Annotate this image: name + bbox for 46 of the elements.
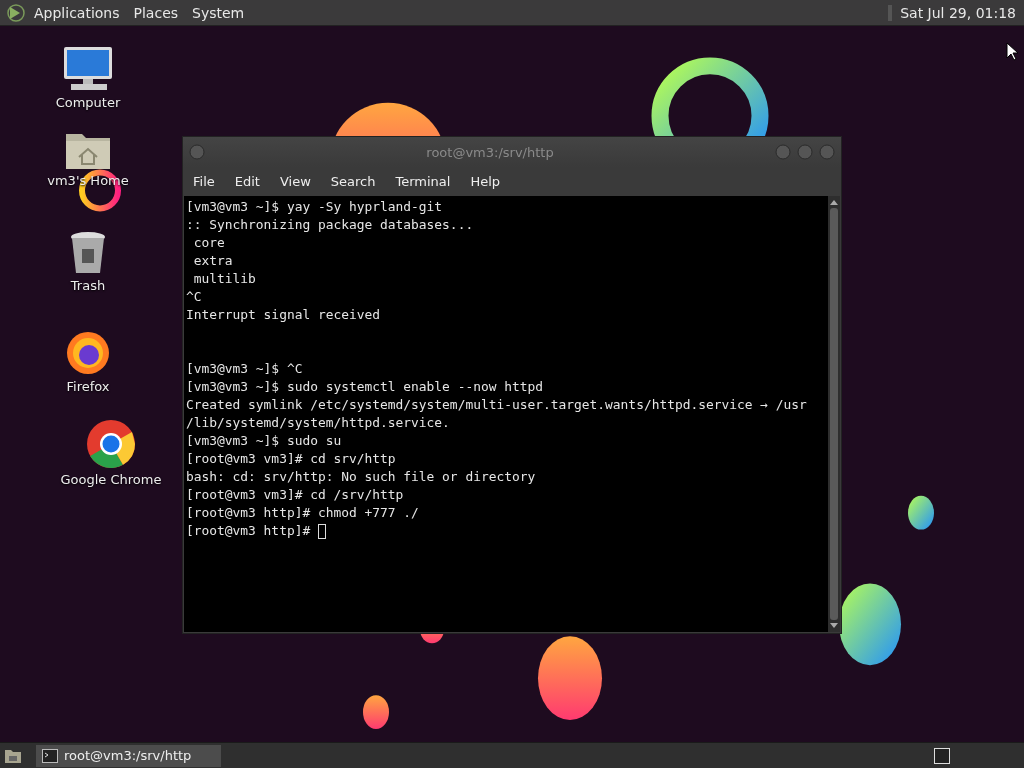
menu-item[interactable]: File <box>193 174 215 189</box>
taskbar-button[interactable]: root@vm3:/srv/http <box>36 744 222 767</box>
window-title: root@vm3:/srv/http <box>425 144 555 160</box>
terminal-line: [vm3@vm3 ~]$ sudo systemctl enable --now httpd <box>186 378 543 396</box>
terminal-line: [root@vm3 http]# <box>186 522 312 540</box>
desktop-icon-label[interactable]: Trash <box>70 278 106 293</box>
terminal-line: [vm3@vm3 ~]$ sudo su <box>186 432 342 450</box>
desktop-icon-label[interactable]: Firefox <box>66 379 110 394</box>
menu-item[interactable]: Search <box>330 174 376 189</box>
terminal-line: extra <box>192 252 233 270</box>
terminal-icon <box>42 748 58 763</box>
terminal-line: [vm3@vm3 ~]$ ^C <box>186 360 303 378</box>
terminal-line: Created symlink /etc/systemd/system/multi-user.target.wants/httpd.service → /usr <box>186 396 807 414</box>
terminal-line: [vm3@vm3 ~]$ yay -Sy hyprland-git <box>186 198 443 216</box>
menu-item[interactable]: Terminal <box>395 174 451 189</box>
chrome-icon[interactable] <box>86 419 136 469</box>
workspace-switcher[interactable] <box>934 747 950 764</box>
terminal-line: [root@vm3 vm3]# cd srv/http <box>186 450 396 468</box>
panel-menu[interactable]: Applications <box>34 4 120 21</box>
panel-handle-icon <box>888 4 893 21</box>
desktop-icon-label[interactable]: Google Chrome <box>60 472 162 487</box>
show-desktop-icon[interactable] <box>4 747 22 764</box>
scrollbar[interactable] <box>828 196 840 632</box>
scroll-down-icon[interactable] <box>829 622 839 630</box>
terminal-line: ^C <box>186 288 202 306</box>
terminal-line: :: Synchronizing package databases... <box>186 216 474 234</box>
desktop-icon-label[interactable]: Computer <box>55 95 121 110</box>
terminal-line: Interrupt signal received <box>186 306 381 324</box>
terminal-line: [root@vm3 http]# chmod +777 ./ <box>186 504 419 522</box>
terminal-line: /lib/systemd/system/httpd.service. <box>186 414 450 432</box>
scroll-up-icon[interactable] <box>829 198 839 206</box>
menu-item[interactable]: View <box>279 174 311 189</box>
menu-item[interactable]: Edit <box>234 174 260 189</box>
clock[interactable]: Sat Jul 29, 01:18 <box>900 4 1016 21</box>
panel-menu[interactable]: System <box>192 4 245 21</box>
scrollbar-thumb[interactable] <box>830 208 838 620</box>
mouse-pointer-icon <box>1006 42 1018 61</box>
panel-menu[interactable]: Places <box>133 4 179 21</box>
menu-item[interactable]: Help <box>470 174 501 189</box>
monitor-icon[interactable] <box>63 46 113 92</box>
trash-icon[interactable] <box>69 231 107 275</box>
logo-icon[interactable] <box>6 2 26 23</box>
terminal-line: [root@vm3 vm3]# cd /srv/http <box>186 486 404 504</box>
terminal-line: core <box>192 234 225 252</box>
terminal-line: multilib <box>192 270 256 288</box>
terminal-line: bash: cd: srv/http: No such file or directory <box>186 468 536 486</box>
